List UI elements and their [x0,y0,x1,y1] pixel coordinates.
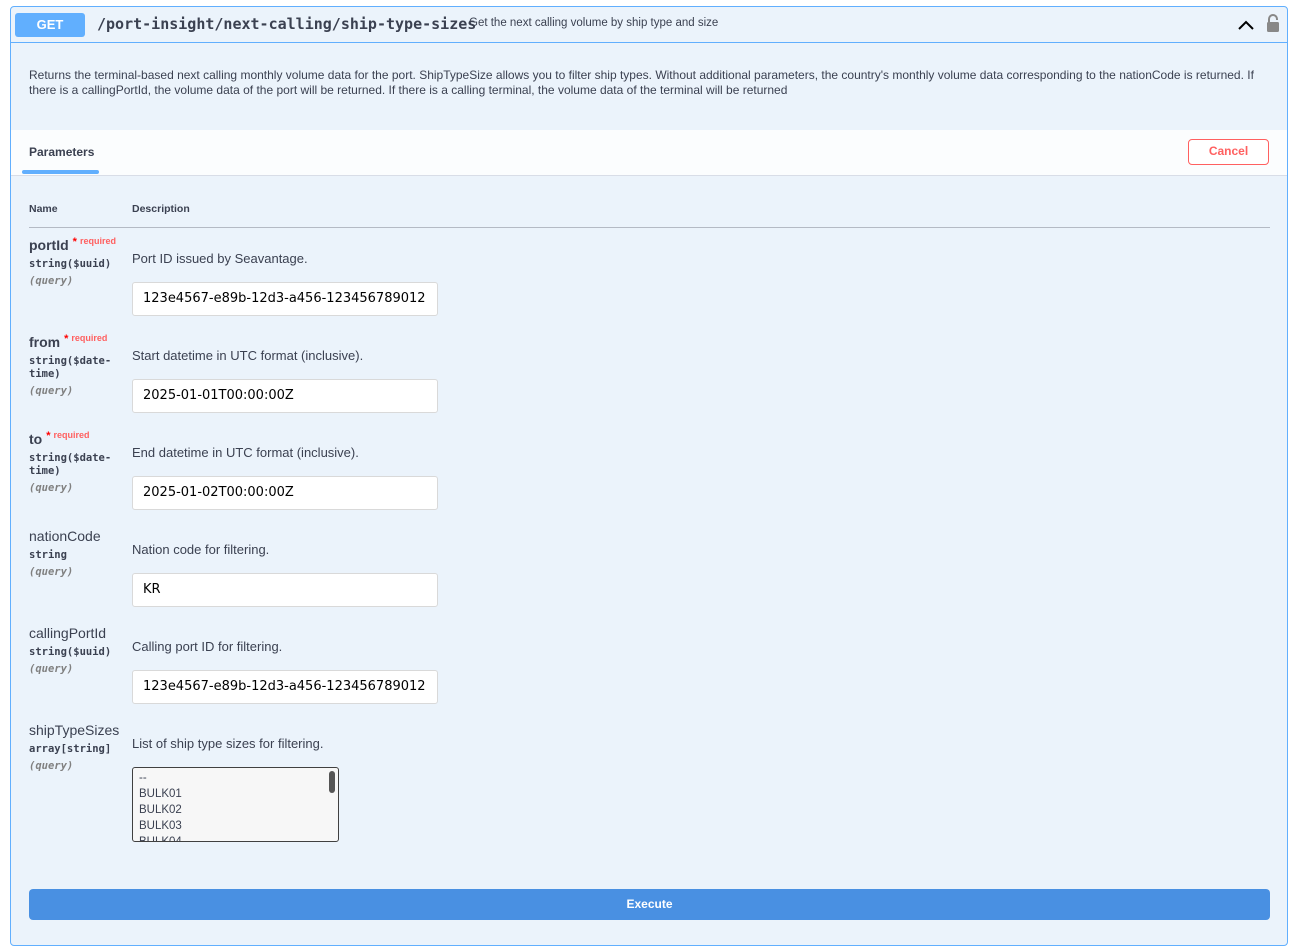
shiptypesizes-select[interactable]: -- BULK01 BULK02 BULK03 BULK04 [132,767,339,842]
column-header-name: Name [29,203,58,215]
param-description: End datetime in UTC format (inclusive). [132,445,359,460]
param-type: string($date-time) (query) [29,452,119,495]
select-option[interactable]: -- [133,770,182,786]
param-in: (query) [29,482,74,494]
param-name: callingPortId [29,625,107,641]
param-type: array[string] (query) [29,743,119,773]
operation-description: Returns the terminal-based next calling … [29,68,1254,97]
param-in: (query) [29,275,74,287]
required-star: * [64,333,69,345]
select-option[interactable]: BULK02 [133,802,182,818]
param-description: List of ship type sizes for filtering. [132,736,324,751]
select-option[interactable]: BULK03 [133,818,182,834]
header-divider [29,227,1270,228]
required-label: required [79,236,116,246]
param-name: to * required [29,430,90,447]
param-description: Calling port ID for filtering. [132,639,283,654]
lock-icon[interactable] [1265,13,1281,33]
param-in: (query) [29,385,74,397]
required-star: * [46,430,51,442]
param-name: nationCode [29,528,101,544]
select-option[interactable]: BULK04 [133,834,182,841]
endpoint-path: /port-insight/next-calling/ship-type-siz… [97,15,477,33]
param-in: (query) [29,566,74,578]
callingportid-input[interactable]: 123e4567-e89b-12d3-a456-123456789012 [132,670,438,704]
nationcode-input[interactable]: KR [132,573,438,607]
cancel-button[interactable]: Cancel [1188,139,1269,165]
operation-summary[interactable]: GET /port-insight/next-calling/ship-type… [11,7,1287,43]
tab-active-indicator [22,170,99,174]
scrollbar-thumb[interactable] [329,771,335,793]
param-description: Port ID issued by Seavantage. [132,251,308,266]
param-type: string($uuid) (query) [29,258,119,288]
param-description: Nation code for filtering. [132,542,270,557]
param-name: portId * required [29,236,116,253]
summary-description: Get the next calling volume by ship type… [469,17,719,29]
required-label: required [71,333,108,343]
required-star: * [72,236,77,248]
portid-input[interactable]: 123e4567-e89b-12d3-a456-123456789012 [132,282,438,316]
to-input[interactable]: 2025-01-02T00:00:00Z [132,476,438,510]
param-type: string($date-time) (query) [29,355,119,398]
param-name: from * required [29,333,108,350]
chevron-up-icon[interactable] [1235,15,1257,35]
param-description: Start datetime in UTC format (inclusive)… [132,348,364,363]
param-name: shipTypeSizes [29,722,120,738]
param-type: string($uuid) (query) [29,646,119,676]
operation-block: GET /port-insight/next-calling/ship-type… [10,6,1288,946]
parameters-header: Parameters Cancel [11,130,1287,176]
param-in: (query) [29,760,74,772]
param-in: (query) [29,663,74,675]
param-type: string (query) [29,549,119,579]
execute-button[interactable]: Execute [29,889,1270,920]
select-option[interactable]: BULK01 [133,786,182,802]
from-input[interactable]: 2025-01-01T00:00:00Z [132,379,438,413]
column-header-description: Description [132,203,190,215]
tab-parameters[interactable]: Parameters [29,145,94,159]
required-label: required [53,430,90,440]
method-badge: GET [15,13,85,37]
